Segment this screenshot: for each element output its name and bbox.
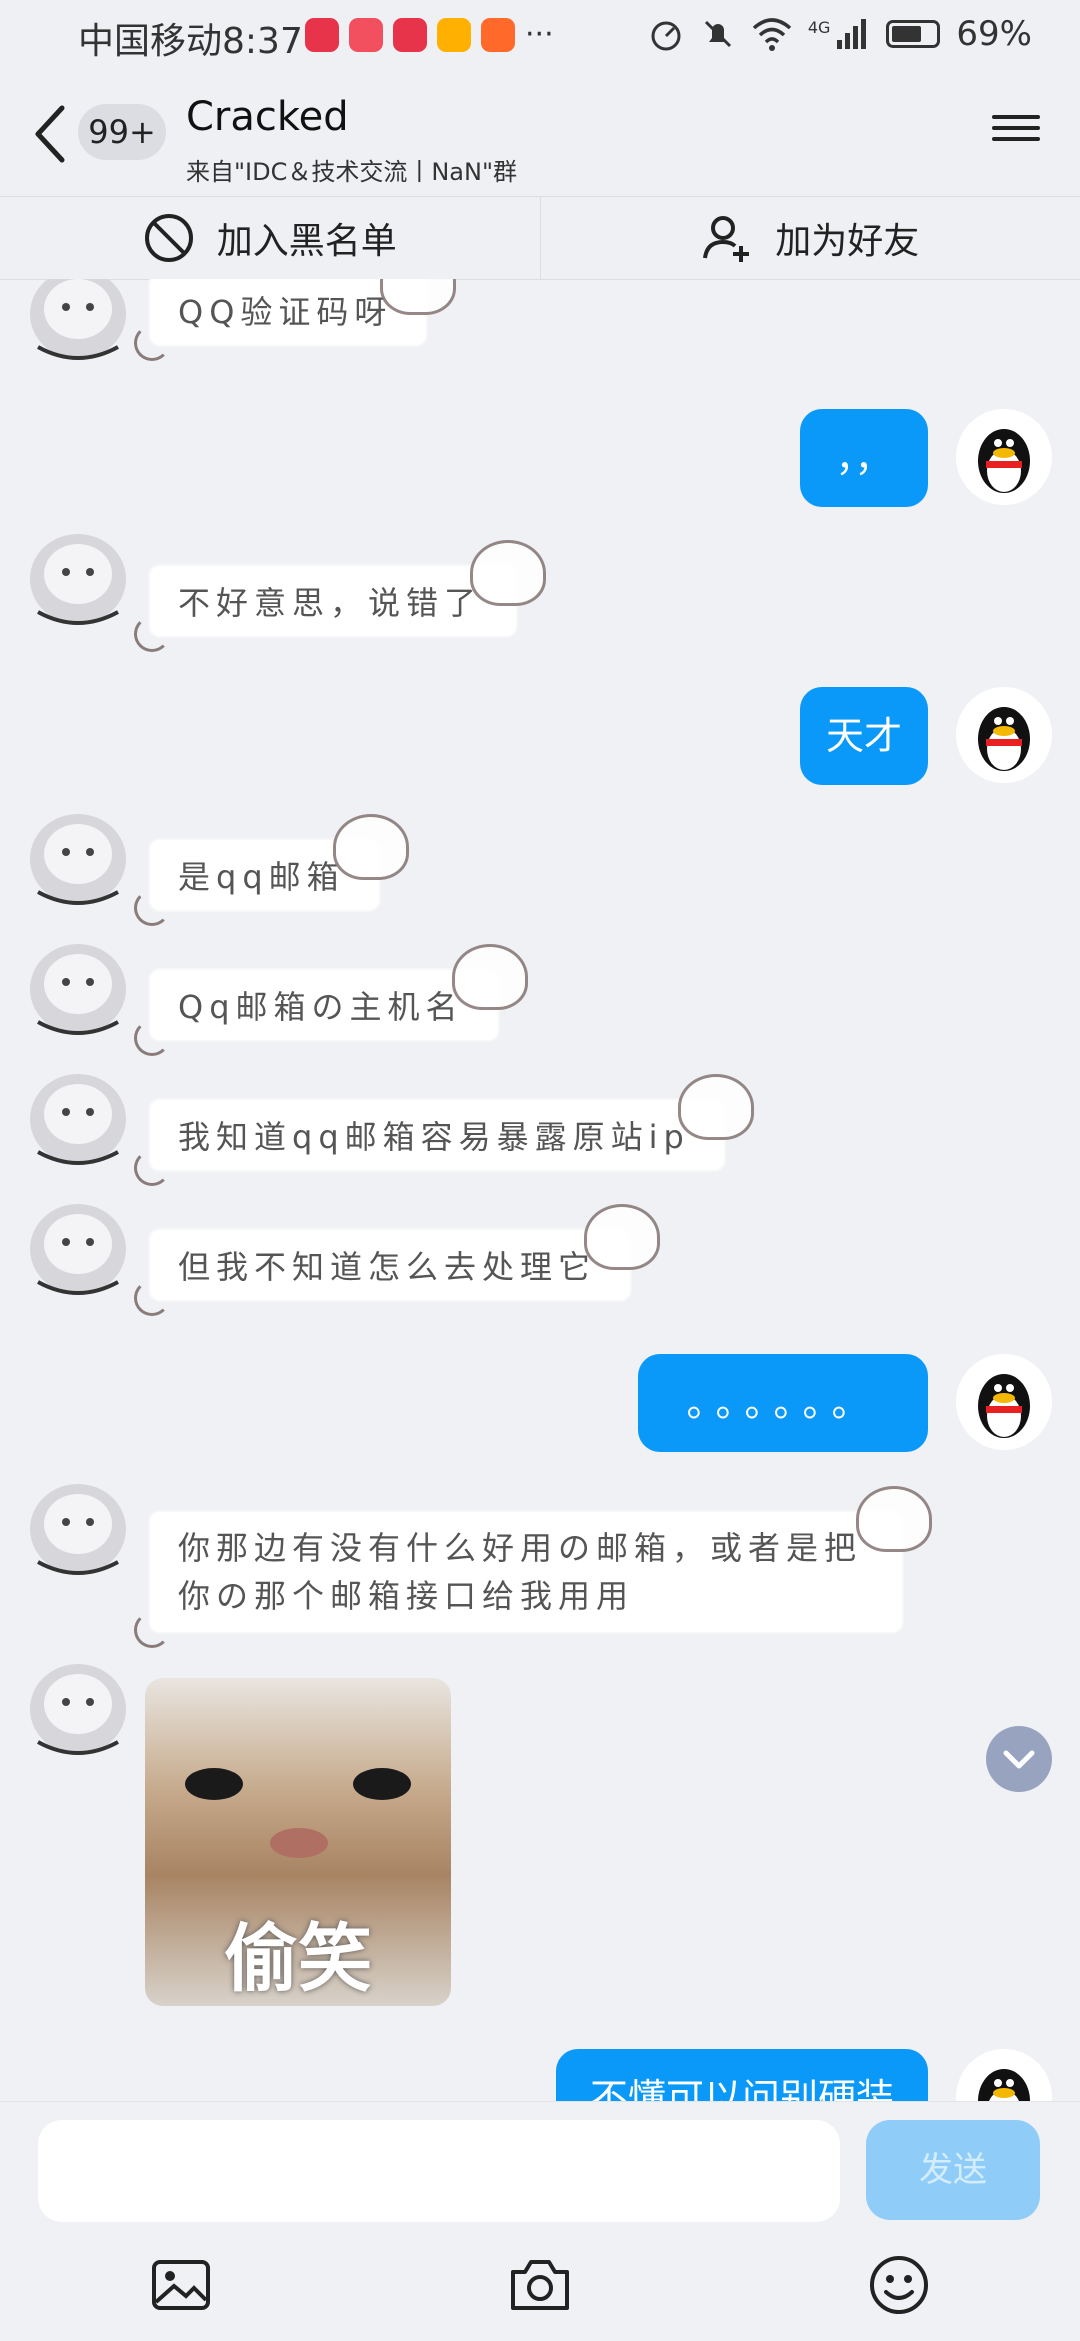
message-text: 你那边有没有什么好用の邮箱，或者是把你の那个邮箱接口给我用用 — [178, 1529, 862, 1615]
chevron-down-icon — [986, 1726, 1052, 1792]
battery-icon — [886, 20, 940, 48]
cat-eye — [353, 1768, 411, 1800]
outgoing-message[interactable]: 天才 — [800, 687, 928, 785]
message-row: 你那边有没有什么好用の邮箱，或者是把你の那个邮箱接口给我用用 — [0, 1474, 1080, 1624]
sender-avatar[interactable] — [18, 279, 138, 369]
send-button[interactable]: 发送 — [866, 2120, 1040, 2220]
chat-subtitle: 来自"IDC＆技术交流丨NaN"群 — [186, 152, 517, 187]
block-button[interactable]: 加入黑名单 — [0, 197, 540, 279]
block-label: 加入黑名单 — [217, 212, 397, 264]
carrier-name: 中国移动 — [78, 21, 222, 62]
app-notification-icon — [349, 18, 383, 52]
ban-icon — [143, 212, 195, 264]
message-row: 但我不知道怎么去处理它 — [0, 1194, 1080, 1314]
outgoing-message[interactable]: 。。。。。。 — [638, 1354, 928, 1452]
chat-header: 99+ Cracked 来自"IDC＆技术交流丨NaN"群 — [0, 72, 1080, 196]
app-notification-icon — [437, 18, 471, 52]
notification-icons: ··· — [305, 18, 554, 52]
outgoing-message[interactable]: ，， — [800, 409, 928, 507]
app-notification-icon — [393, 18, 427, 52]
sender-avatar[interactable] — [18, 1654, 138, 1764]
sticker-image-message[interactable]: 偷笑 — [145, 1678, 451, 2006]
mute-bell-icon — [700, 16, 736, 52]
network-type: 4G — [808, 18, 831, 37]
sticker-caption: 偷笑 — [145, 1899, 451, 2006]
image-icon[interactable] — [148, 2252, 214, 2318]
add-user-icon — [701, 212, 753, 264]
hamburger-menu-icon[interactable] — [992, 108, 1040, 156]
composer: 发送 — [0, 2101, 1080, 2341]
sticker-text-message[interactable]: 你那边有没有什么好用の邮箱，或者是把你の那个邮箱接口给我用用 — [150, 1512, 902, 1632]
sender-avatar[interactable] — [18, 804, 138, 914]
stranger-action-bar: 加入黑名单 加为好友 — [0, 196, 1080, 280]
carrier-time: 中国移动8:37 — [78, 12, 303, 64]
message-text: 。。。。。。 — [686, 1381, 879, 1425]
message-text: 不好意思，说错了 — [178, 584, 482, 622]
message-text: 但我不知道怎么去处理它 — [178, 1248, 596, 1286]
message-text: 天才 — [826, 714, 902, 758]
message-row: 是qq邮箱 — [0, 804, 1080, 924]
signal-icon — [836, 18, 870, 50]
add-friend-label: 加为好友 — [775, 212, 919, 264]
sender-avatar[interactable] — [18, 524, 138, 634]
my-avatar[interactable] — [956, 687, 1052, 783]
sender-avatar[interactable] — [18, 1194, 138, 1304]
speedometer-icon — [648, 16, 684, 52]
sender-avatar[interactable] — [18, 934, 138, 1044]
add-friend-button[interactable]: 加为好友 — [540, 197, 1080, 279]
wifi-icon — [752, 16, 792, 52]
message-row: QQ验证码呀 — [0, 279, 1080, 369]
clock-time: 8:37 — [222, 21, 303, 62]
message-text: 不懂可以问别硬装 — [590, 2076, 894, 2101]
message-text: ，， — [835, 436, 892, 480]
message-text: QQ验证码呀 — [178, 293, 392, 331]
message-text: 我知道qq邮箱容易暴露原站ip — [178, 1118, 690, 1156]
outgoing-message[interactable]: 不懂可以问别硬装 — [556, 2049, 928, 2101]
composer-toolbar — [0, 2242, 1080, 2332]
chat-title: Cracked — [186, 94, 349, 140]
message-row: Qq邮箱の主机名 — [0, 934, 1080, 1054]
system-indicators: 4G 69% — [648, 14, 1032, 54]
my-avatar[interactable] — [956, 409, 1052, 505]
battery-percent: 69% — [956, 14, 1032, 54]
message-row: 不懂可以问别硬装 — [0, 2049, 1080, 2101]
sticker-text-message[interactable]: QQ验证码呀 — [150, 279, 426, 345]
message-row: 我知道qq邮箱容易暴露原站ip — [0, 1064, 1080, 1184]
sender-avatar[interactable] — [18, 1064, 138, 1174]
message-text: Qq邮箱の主机名 — [178, 988, 464, 1026]
message-text: 是qq邮箱 — [178, 858, 345, 896]
message-row: ，， — [0, 409, 1080, 509]
sender-avatar[interactable] — [18, 1474, 138, 1584]
status-bar: 中国移动8:37 ··· 4G 69% — [0, 0, 1080, 72]
message-row: 不好意思，说错了 — [0, 524, 1080, 654]
cat-nose — [270, 1828, 328, 1858]
my-avatar[interactable] — [956, 2049, 1052, 2101]
message-list[interactable]: QQ验证码呀 ，， 不好意思，说错了 天才 是qq邮箱 — [0, 279, 1080, 2101]
sticker-text-message[interactable]: 但我不知道怎么去处理它 — [150, 1230, 630, 1300]
camera-icon[interactable] — [507, 2252, 573, 2318]
message-row: 。。。。。。 — [0, 1354, 1080, 1454]
more-notifications: ··· — [525, 18, 554, 52]
message-row: 偷笑 — [0, 1654, 1080, 1994]
scroll-to-bottom-button[interactable] — [986, 1726, 1052, 1792]
sticker-text-message[interactable]: 是qq邮箱 — [150, 840, 379, 910]
message-input[interactable] — [38, 2120, 840, 2222]
sticker-text-message[interactable]: 我知道qq邮箱容易暴露原站ip — [150, 1100, 724, 1170]
my-avatar[interactable] — [956, 1354, 1052, 1450]
unread-count-badge[interactable]: 99+ — [78, 104, 166, 160]
cat-eye — [185, 1768, 243, 1800]
chevron-left-icon[interactable] — [30, 102, 70, 166]
sticker-text-message[interactable]: 不好意思，说错了 — [150, 566, 516, 636]
app-notification-icon — [481, 18, 515, 52]
app-notification-icon — [305, 18, 339, 52]
sticker-text-message[interactable]: Qq邮箱の主机名 — [150, 970, 498, 1040]
emoji-icon[interactable] — [866, 2252, 932, 2318]
message-row: 天才 — [0, 687, 1080, 787]
